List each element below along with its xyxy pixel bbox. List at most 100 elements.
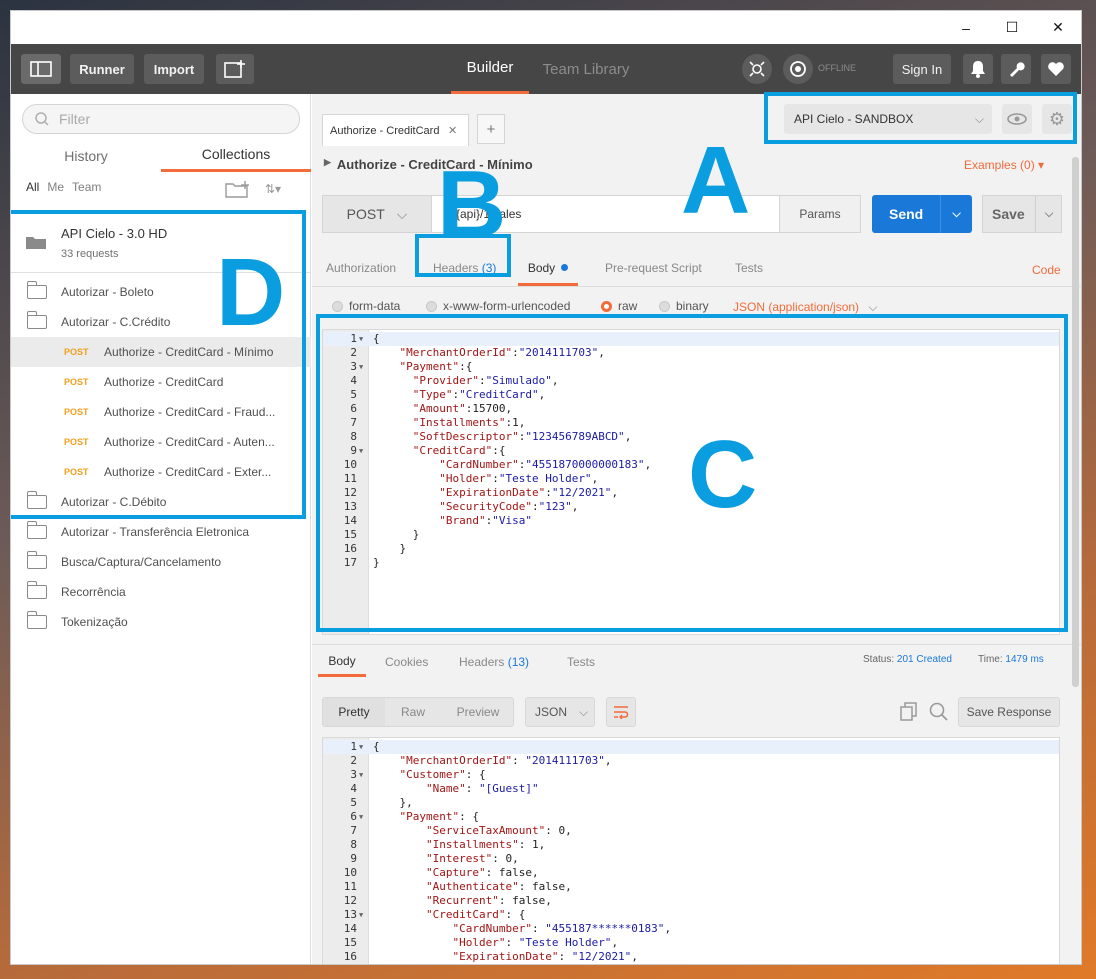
radio-button[interactable] <box>601 300 612 312</box>
new-collection-icon[interactable] <box>225 180 251 203</box>
notifications-icon[interactable] <box>963 54 993 84</box>
chevron-down-icon: ⌵ <box>868 300 878 314</box>
fold-toggle-icon[interactable]: ▼ <box>359 768 369 782</box>
body-mode-option[interactable]: x-www-form-urlencoded <box>426 299 570 313</box>
tab-pre-request-script[interactable]: Pre-request Script <box>605 261 702 275</box>
line-number: 5 <box>350 796 357 809</box>
sign-in-button[interactable]: Sign In <box>893 54 951 84</box>
annotation-box-a <box>764 92 1077 144</box>
view-preview[interactable]: Preview <box>441 698 515 726</box>
scrollbar[interactable] <box>1072 157 1079 687</box>
code-text: "Capture": false, <box>425 866 539 879</box>
response-tab-body[interactable]: Body <box>318 647 366 677</box>
new-window-icon[interactable] <box>216 54 254 84</box>
folder-icon <box>26 581 47 599</box>
radio-button[interactable] <box>426 300 437 312</box>
close-button[interactable]: ✕ <box>1035 11 1081 44</box>
sync-icon[interactable] <box>783 54 813 84</box>
code-text: "Holder": "Teste Holder", <box>452 936 619 949</box>
response-tab-cookies[interactable]: Cookies <box>385 655 428 669</box>
search-icon <box>35 112 49 126</box>
tab-authorization[interactable]: Authorization <box>326 261 396 275</box>
content-type-select[interactable]: JSON (application/json) ⌵ <box>733 300 878 315</box>
heart-icon[interactable] <box>1041 54 1071 84</box>
request-tab[interactable]: Authorize - CreditCard ✕ <box>322 114 469 146</box>
method-select[interactable]: POST ⌵ <box>322 195 432 233</box>
tab-tests[interactable]: Tests <box>735 261 763 275</box>
tab-body[interactable]: Body <box>518 252 578 286</box>
folder-item[interactable]: Busca/Captura/Cancelamento <box>11 547 311 577</box>
filter-me[interactable]: Me <box>47 180 64 194</box>
copy-icon[interactable] <box>900 702 918 727</box>
sidebar-toggle-icon[interactable] <box>21 54 61 84</box>
body-mode-label: x-www-form-urlencoded <box>443 299 571 313</box>
code-text: "SaveCard": false, <box>369 964 572 965</box>
code-link[interactable]: Code <box>1032 263 1061 277</box>
annotation-label-d: D <box>216 239 286 346</box>
folder-icon <box>26 611 47 629</box>
response-tab-tests[interactable]: Tests <box>567 655 595 669</box>
view-pretty[interactable]: Pretty <box>323 698 385 726</box>
save-options-icon[interactable]: ⌵ <box>1035 196 1062 232</box>
fold-toggle-icon[interactable]: ▼ <box>359 810 369 824</box>
radio-button[interactable] <box>659 300 670 312</box>
response-body-viewer[interactable]: 1 ▼{2 "MerchantOrderId": "2014111703", 3 ▼ … <box>322 737 1060 965</box>
filter-all[interactable]: All <box>26 180 39 194</box>
close-tab-icon[interactable]: ✕ <box>448 124 457 137</box>
view-raw[interactable]: Raw <box>385 698 441 726</box>
offline-status: OFFLINE <box>818 63 857 73</box>
code-line: 7 "ServiceTaxAmount": 0, <box>323 824 1059 838</box>
search-icon[interactable] <box>929 702 949 727</box>
send-button[interactable]: Send ⌵ <box>872 195 972 233</box>
code-line: 1 ▼ { <box>323 740 1059 754</box>
code-line: 17 "SaveCard": false, <box>323 964 1059 965</box>
folder-item[interactable]: Tokenização <box>11 607 311 637</box>
body-label: Body <box>527 260 556 275</box>
sort-icon[interactable]: ⇅▾ <box>265 182 281 196</box>
tab-collections[interactable]: Collections <box>161 139 311 172</box>
params-button[interactable]: Params <box>779 195 861 233</box>
owner-filters: All Me Team <box>26 180 101 194</box>
request-tab-label: Authorize - CreditCard <box>330 124 440 137</box>
tab-history[interactable]: History <box>11 139 161 172</box>
save-button[interactable]: Save ⌵ <box>982 195 1062 233</box>
settings-wrench-icon[interactable] <box>1001 54 1031 84</box>
filter-input[interactable]: Filter <box>22 104 300 134</box>
status-label: Status: <box>863 654 895 665</box>
code-text: }, <box>373 796 413 809</box>
folder-item[interactable]: Recorrência <box>11 577 311 607</box>
response-tab-headers[interactable]: Headers (13) <box>459 655 529 669</box>
body-mode-option[interactable]: binary <box>659 299 709 313</box>
body-indicator <box>561 264 569 271</box>
save-response-button[interactable]: Save Response <box>958 697 1060 727</box>
body-mode-option[interactable]: form-data <box>332 299 400 313</box>
filter-placeholder: Filter <box>59 111 91 127</box>
interceptor-icon[interactable] <box>742 54 772 84</box>
tab-team-library[interactable]: Team Library <box>536 44 636 94</box>
send-label: Send <box>889 206 924 222</box>
sidebar-tabs: History Collections <box>11 139 311 172</box>
code-text: "Payment": { <box>399 810 479 823</box>
folder-item[interactable]: Autorizar - Transferência Eletronica <box>11 517 311 547</box>
wrap-lines-icon[interactable] <box>606 697 636 727</box>
filter-team[interactable]: Team <box>72 180 101 194</box>
import-button[interactable]: Import <box>144 54 204 84</box>
line-number: 10 <box>343 866 357 879</box>
maximize-button[interactable]: ☐ <box>989 11 1035 44</box>
examples-dropdown[interactable]: Examples (0) ▾ <box>964 158 1044 172</box>
fold-toggle-icon[interactable]: ▼ <box>359 740 369 754</box>
code-line: 12 "Recurrent": false, <box>323 894 1059 908</box>
body-mode-option[interactable]: raw <box>601 299 637 313</box>
radio-button[interactable] <box>332 300 343 312</box>
code-line: 15 "Holder": "Teste Holder", <box>323 936 1059 950</box>
send-options-icon[interactable]: ⌵ <box>940 195 972 233</box>
tab-builder[interactable]: Builder <box>451 44 529 94</box>
line-number: 12 <box>343 894 357 907</box>
format-select[interactable]: JSON ⌵ <box>525 697 595 727</box>
code-line: 2 "MerchantOrderId": "2014111703", <box>323 754 1059 768</box>
minimize-button[interactable]: – <box>943 11 989 44</box>
new-tab-button[interactable]: + <box>477 114 505 144</box>
fold-toggle-icon[interactable]: ▼ <box>359 908 369 922</box>
runner-button[interactable]: Runner <box>70 54 134 84</box>
code-text: "Interest": 0, <box>425 852 519 865</box>
